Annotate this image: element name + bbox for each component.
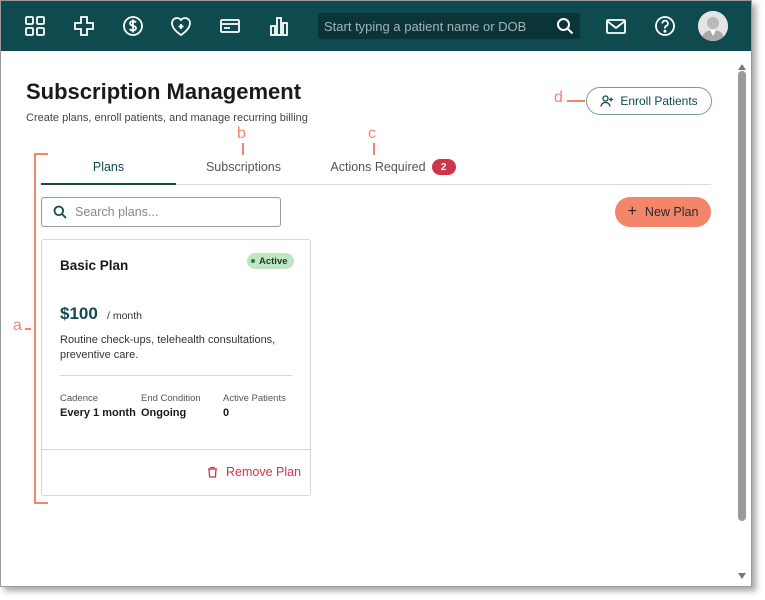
annotation-a: a [13, 317, 22, 334]
add-person-icon [600, 95, 614, 107]
annotation-d: d [554, 89, 563, 106]
avatar[interactable] [698, 11, 728, 41]
cadence-label: Cadence [60, 393, 99, 404]
scroll-up-arrow-icon[interactable] [738, 64, 746, 70]
status-badge: Active [247, 253, 294, 269]
patient-search-input[interactable] [324, 16, 546, 36]
help-icon[interactable] [651, 12, 679, 40]
annotation-c: c [368, 125, 376, 142]
tab-subscriptions[interactable]: Subscriptions [176, 151, 311, 183]
remove-plan-button[interactable]: Remove Plan [207, 465, 301, 479]
annotation-b: b [237, 125, 246, 142]
card-icon[interactable] [216, 12, 244, 40]
active-patients-label: Active Patients [223, 393, 286, 404]
dollar-icon[interactable] [119, 12, 147, 40]
tab-plans[interactable]: Plans [41, 151, 176, 185]
subscription-tabs: Plans Subscriptions Actions Required 2 [41, 151, 711, 185]
annotation-c-connector [373, 143, 375, 155]
active-patients-value: 0 [223, 407, 230, 419]
search-icon[interactable] [556, 17, 574, 35]
card-footer-divider [42, 449, 310, 450]
new-plan-button[interactable]: + New Plan [615, 197, 711, 227]
plan-card: Basic Plan Active $100 / month Routine c… [41, 239, 311, 496]
tab-subscriptions-label: Subscriptions [205, 160, 282, 174]
new-plan-label: New Plan [644, 205, 699, 219]
cadence-value: Every 1 month [60, 407, 136, 419]
plan-search [41, 197, 281, 227]
plan-price: $100 [60, 304, 98, 323]
top-navigation-bar [1, 1, 751, 51]
status-dot-icon [251, 259, 255, 263]
annotation-b-connector [242, 143, 244, 155]
mail-icon[interactable] [602, 12, 630, 40]
enroll-patients-label: Enroll Patients [620, 94, 698, 108]
scroll-down-arrow-icon[interactable] [738, 573, 746, 579]
plan-period: / month [107, 310, 143, 322]
patient-search [318, 13, 580, 39]
plus-icon: + [627, 203, 637, 220]
trash-icon [208, 466, 217, 478]
remove-plan-label: Remove Plan [226, 465, 302, 479]
bar-chart-icon[interactable] [265, 12, 293, 40]
tab-plans-label: Plans [92, 160, 125, 174]
annotation-a-bracket [34, 153, 36, 503]
end-condition-value: Ongoing [141, 407, 187, 419]
plan-search-input[interactable] [75, 203, 270, 221]
plan-description: Routine check-ups, telehealth consultati… [60, 334, 276, 361]
annotation-d-connector [567, 100, 585, 102]
annotation-a-bracket-bottom [34, 502, 48, 504]
app-window: Subscription Management Create plans, en… [0, 0, 752, 587]
actions-count-badge: 2 [431, 159, 456, 175]
search-icon [53, 205, 67, 219]
annotation-a-connector [25, 328, 31, 330]
card-divider [60, 375, 292, 376]
page-subtitle: Create plans, enroll patients, and manag… [26, 112, 308, 124]
page-title: Subscription Management [26, 79, 302, 104]
enroll-patients-button[interactable]: Enroll Patients [586, 87, 712, 115]
tab-actions-required[interactable]: Actions Required 2 [323, 151, 463, 183]
heart-shield-icon[interactable] [167, 12, 195, 40]
scroll-thumb[interactable] [738, 71, 746, 521]
tab-actions-required-label: Actions Required [330, 160, 426, 174]
annotation-a-bracket-top [34, 153, 48, 155]
plan-name: Basic Plan [60, 258, 129, 273]
vertical-scrollbar[interactable] [736, 59, 748, 584]
end-condition-label: End Condition [141, 393, 201, 404]
status-label: Active [259, 255, 288, 267]
plus-cross-icon[interactable] [70, 12, 98, 40]
grid-icon[interactable] [21, 12, 49, 40]
